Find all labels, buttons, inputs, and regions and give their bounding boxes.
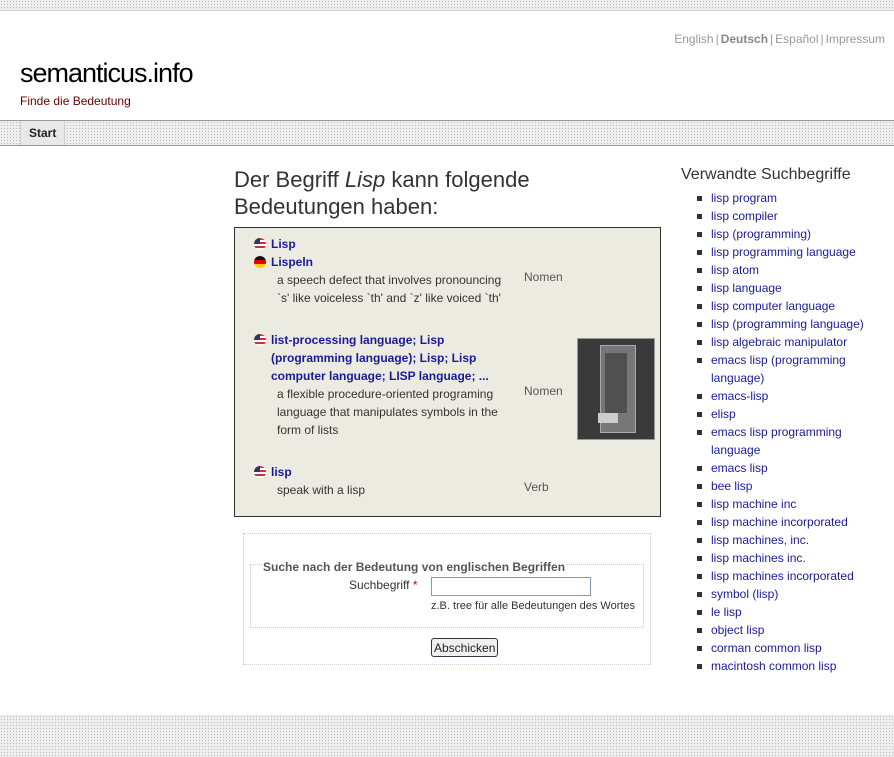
results-box: Lisp Lispeln a speech defect that involv… [234, 227, 661, 517]
hint-prefix: z.B. [431, 600, 454, 612]
search-hint: z.B. tree für alle Bedeutungen des Worte… [431, 600, 635, 612]
related-term-link[interactable]: bee lisp [697, 477, 887, 495]
definition-line: a flexible procedure-oriented programing [277, 387, 494, 401]
result-term-line[interactable]: (programming language); Lisp; Lisp [271, 349, 489, 367]
part-of-speech: Nomen [524, 384, 563, 398]
related-term-link[interactable]: lisp computer language [697, 297, 887, 315]
result-term-link[interactable]: list-processing language; Lisp (programm… [254, 331, 489, 385]
german-flag-icon [254, 256, 266, 268]
related-term-link[interactable]: le lisp [697, 603, 887, 621]
result-term-line[interactable]: computer language; LISP language; ... [271, 367, 489, 385]
related-term-link[interactable]: emacs-lisp [697, 387, 887, 405]
title-prefix: Der Begriff [234, 167, 345, 192]
definition-line: speak with a lisp [277, 483, 366, 497]
definition-line: `s' like voiceless `th' and `z' like voi… [277, 291, 501, 305]
lang-deutsch-link[interactable]: Deutsch [721, 32, 768, 46]
site-tagline: Finde die Bedeutung [20, 94, 131, 108]
us-flag-icon [254, 466, 266, 478]
title-term: Lisp [344, 167, 386, 192]
related-term-link[interactable]: symbol (lisp) [697, 585, 887, 603]
separator: | [715, 32, 719, 46]
result-term-line[interactable]: list-processing language; Lisp [271, 331, 489, 349]
definition-line: language that manipulates symbols in the [277, 405, 498, 419]
hint-suffix: für alle Bedeutungen des Wortes [471, 600, 636, 612]
related-term-link[interactable]: object lisp [697, 621, 887, 639]
search-legend: Suche nach der Bedeutung von englischen … [262, 560, 567, 574]
search-label-text: Suchbegriff [349, 578, 410, 592]
related-term-link[interactable]: lisp machine inc [697, 495, 887, 513]
related-term-link[interactable]: lisp programming language [697, 243, 887, 261]
related-term-link[interactable]: lisp algebraic manipulator [697, 333, 887, 351]
page-title: Der Begriff Lisp kann folgende Bedeutung… [234, 166, 654, 220]
search-form: Suche nach der Bedeutung von englischen … [243, 533, 651, 665]
result-term-text[interactable]: Lisp [271, 237, 296, 251]
search-label: Suchbegriff * [349, 578, 418, 592]
related-terms-list: lisp program lisp compiler lisp (program… [697, 189, 887, 675]
result-definition: a speech defect that involves pronouncin… [277, 271, 501, 307]
impressum-link[interactable]: Impressum [826, 32, 885, 46]
separator: | [820, 32, 824, 46]
result-term-text[interactable]: Lispeln [271, 255, 313, 269]
related-term-link[interactable]: emacs lisp (programming language) [697, 351, 887, 387]
related-term-link[interactable]: lisp compiler [697, 207, 887, 225]
top-decorative-strip [0, 0, 894, 11]
related-term-link[interactable]: elisp [697, 405, 887, 423]
related-term-link[interactable]: lisp machines, inc. [697, 531, 887, 549]
result-definition: speak with a lisp [277, 481, 365, 499]
hint-example-link[interactable]: tree [453, 600, 472, 612]
result-definition: a flexible procedure-oriented programing… [277, 385, 498, 439]
site-logo[interactable]: semanticus.info [20, 58, 194, 89]
related-term-link[interactable]: lisp (programming language) [697, 315, 887, 333]
related-term-link[interactable]: lisp language [697, 279, 887, 297]
related-term-link[interactable]: lisp (programming) [697, 225, 887, 243]
related-term-link[interactable]: emacs lisp programming language [697, 423, 887, 459]
related-term-link[interactable]: emacs lisp [697, 459, 887, 477]
related-term-link[interactable]: macintosh common lisp [697, 657, 887, 675]
related-term-link[interactable]: lisp machines inc. [697, 549, 887, 567]
related-term-link[interactable]: lisp atom [697, 261, 887, 279]
thumbnail-shape [598, 413, 618, 423]
search-input[interactable] [431, 577, 591, 596]
related-title: Verwandte Suchbegriffe [681, 166, 851, 183]
definition-line: a speech defect that involves pronouncin… [277, 273, 502, 287]
lang-english-link[interactable]: English [674, 32, 713, 46]
result-term-link[interactable]: Lisp [254, 235, 296, 253]
us-flag-icon [254, 334, 266, 346]
result-term-link[interactable]: Lispeln [254, 253, 313, 271]
nav-start-link[interactable]: Start [20, 121, 66, 145]
related-term-link[interactable]: lisp machines incorporated [697, 567, 887, 585]
definition-line: form of lists [277, 423, 339, 437]
related-term-link[interactable]: lisp program [697, 189, 887, 207]
part-of-speech: Nomen [524, 270, 563, 284]
lang-espanol-link[interactable]: Español [775, 32, 818, 46]
submit-button[interactable]: Abschicken [431, 638, 499, 657]
related-term-link[interactable]: corman common lisp [697, 639, 887, 657]
required-mark: * [412, 578, 418, 592]
result-term-link[interactable]: lisp [254, 463, 292, 481]
result-thumbnail-image[interactable] [577, 338, 655, 440]
result-term-text[interactable]: lisp [271, 465, 292, 479]
main-navbar: Start [0, 120, 894, 146]
us-flag-icon [254, 238, 266, 250]
bottom-decorative-strip [0, 715, 894, 757]
part-of-speech: Verb [524, 480, 549, 494]
related-term-link[interactable]: lisp machine incorporated [697, 513, 887, 531]
thumbnail-shape [605, 353, 627, 413]
language-switcher: English | Deutsch | Español | Impressum [674, 32, 885, 46]
